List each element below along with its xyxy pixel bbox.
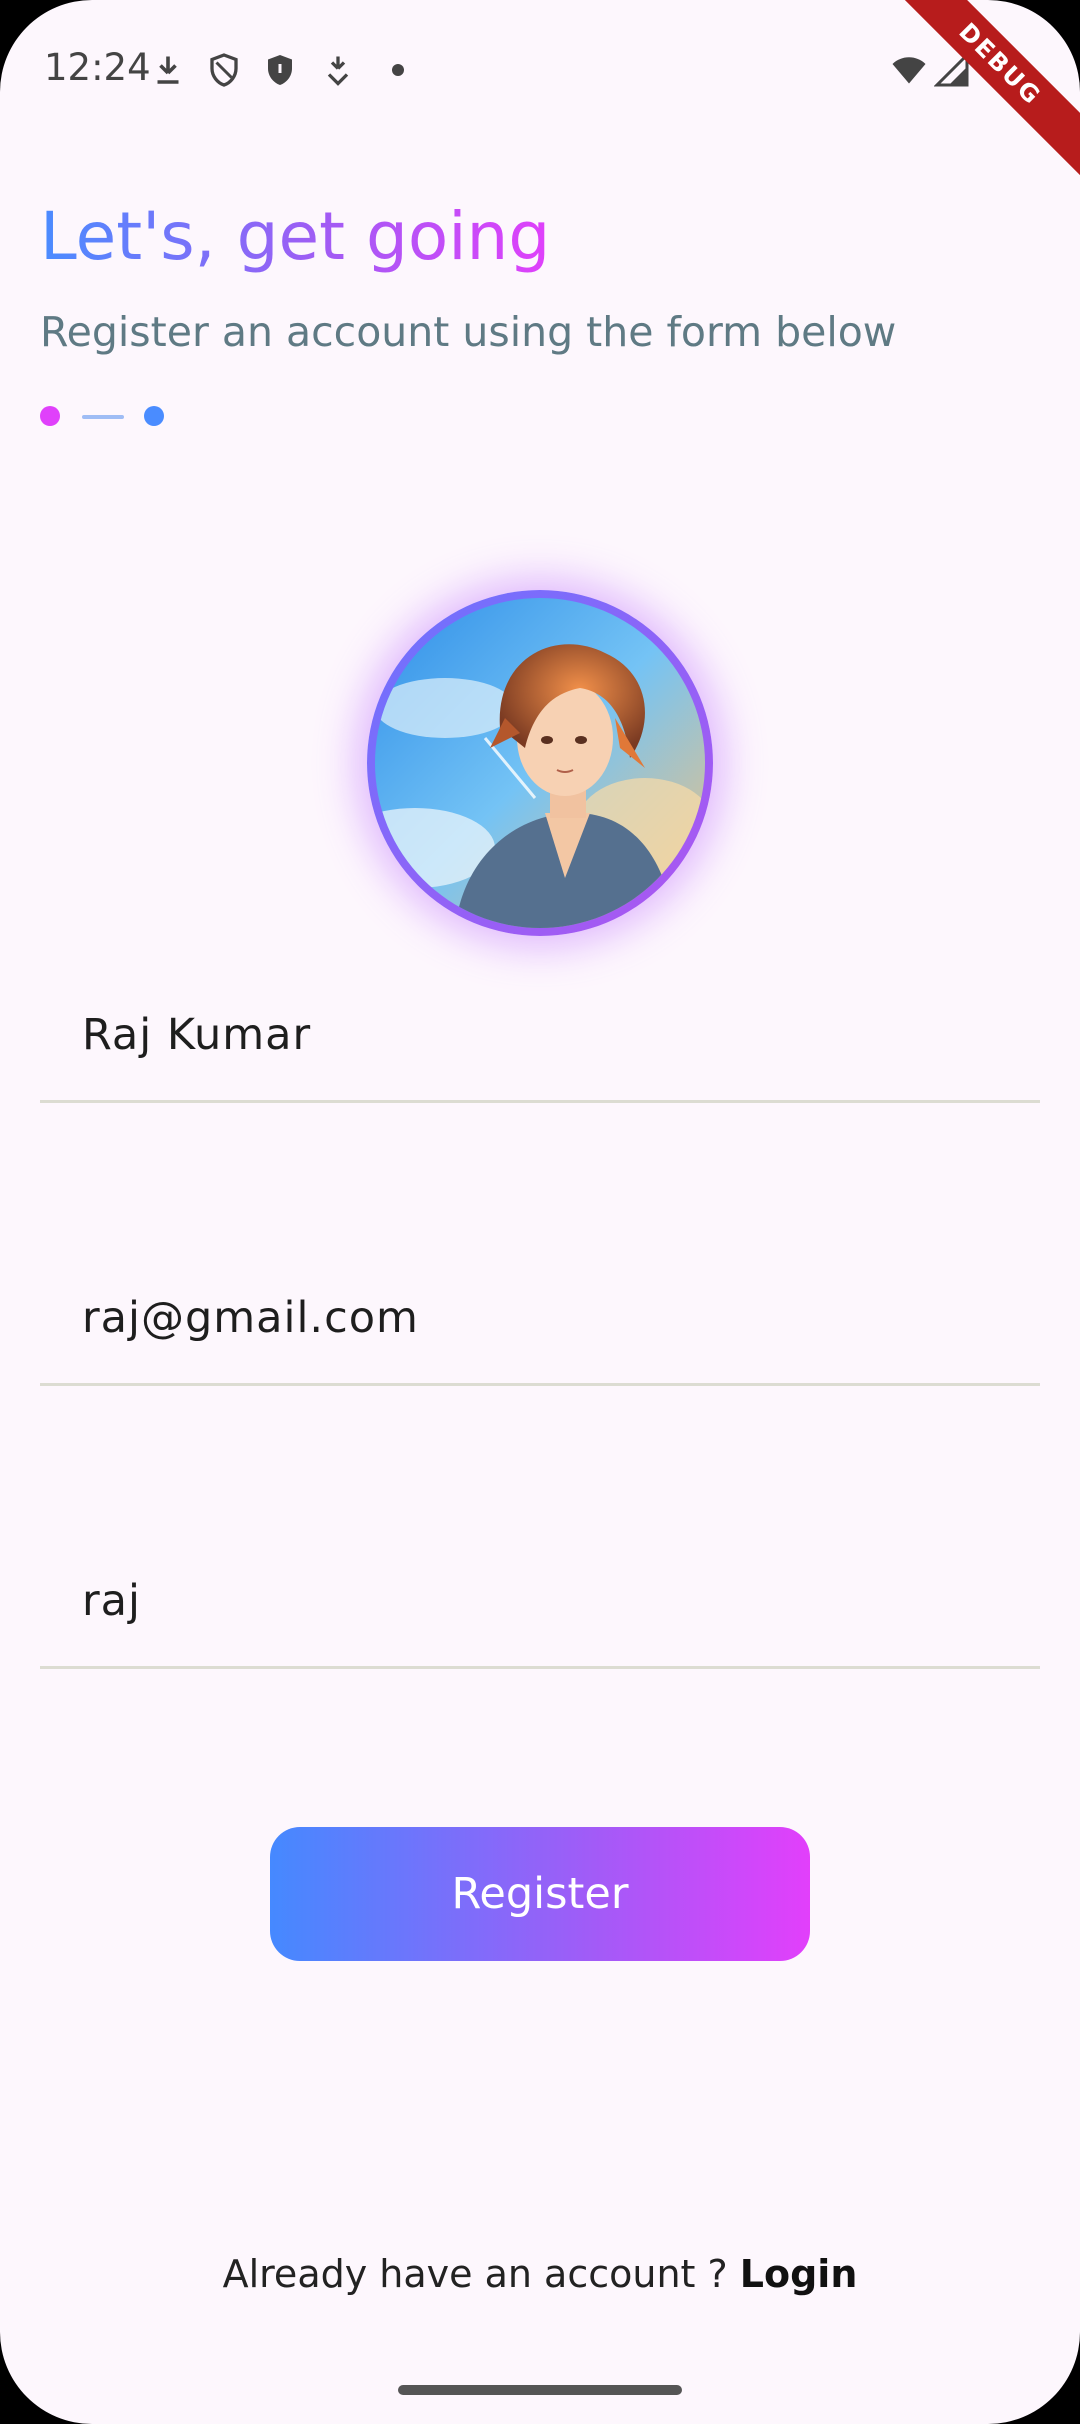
step-dot-active [40, 406, 60, 426]
register-button[interactable]: Register [270, 1827, 810, 1961]
avatar-picker[interactable] [367, 590, 713, 936]
step-connector [82, 415, 124, 419]
avatar-illustration [375, 598, 705, 928]
login-prompt-text: Already have an account ? [222, 2252, 740, 2296]
step-indicator [40, 406, 180, 428]
login-prompt: Already have an account ? Login [0, 2252, 1080, 2296]
status-bar: 12:24 DEBUG [0, 0, 1080, 186]
wifi-icon [892, 57, 926, 84]
debug-banner: DEBUG [878, 0, 1080, 186]
email-field-value: raj@gmail.com [82, 1293, 419, 1343]
shield-filled-icon [268, 55, 292, 85]
avatar [375, 598, 705, 928]
status-time: 12:24 [44, 46, 151, 89]
shield-outline-icon [210, 53, 238, 87]
download-icon [157, 56, 179, 84]
login-link[interactable]: Login [740, 2252, 858, 2296]
page-title: Let's, get going [40, 198, 551, 275]
password-field[interactable]: raj [40, 1556, 1040, 1669]
register-screen: 12:24 DEBUG Let's, get going Register an… [0, 0, 1080, 2424]
password-field-value: raj [82, 1576, 141, 1626]
email-field[interactable]: raj@gmail.com [40, 1273, 1040, 1386]
download-arrow-icon [327, 56, 349, 86]
name-field-value: Raj Kumar [82, 1010, 312, 1060]
page-subtitle: Register an account using the form below [40, 308, 897, 356]
step-dot-next [144, 406, 164, 426]
dot-icon [392, 64, 404, 76]
home-indicator[interactable] [398, 2385, 682, 2395]
name-field[interactable]: Raj Kumar [40, 990, 1040, 1103]
